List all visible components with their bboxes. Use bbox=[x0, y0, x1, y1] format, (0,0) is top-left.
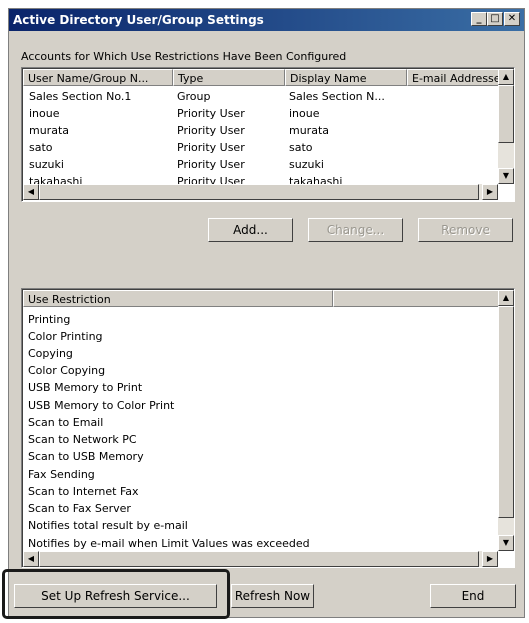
minimize-button[interactable]: _ bbox=[471, 12, 487, 26]
refresh-now-button[interactable]: Refresh Now bbox=[231, 584, 314, 608]
cell-user-name: murata bbox=[29, 124, 70, 137]
accounts-horizontal-scrollbar[interactable]: ◀ ▶ bbox=[23, 184, 498, 200]
table-row[interactable]: Sales Section No.1 Group Sales Section N… bbox=[22, 90, 499, 107]
list-item[interactable]: Scan to Fax Server bbox=[28, 502, 131, 515]
column-header-empty bbox=[333, 290, 499, 307]
scroll-thumb[interactable] bbox=[498, 85, 514, 143]
list-item[interactable]: Scan to USB Memory bbox=[28, 450, 144, 463]
cell-user-name: suzuki bbox=[29, 158, 64, 171]
list-item[interactable]: Scan to Network PC bbox=[28, 433, 137, 446]
column-header-user-name[interactable]: User Name/Group N... bbox=[23, 69, 173, 86]
scroll-up-icon[interactable]: ▲ bbox=[498, 290, 514, 306]
cell-user-name: sato bbox=[29, 141, 53, 154]
cell-type: Priority User bbox=[177, 141, 245, 154]
accounts-rows: Sales Section No.1 Group Sales Section N… bbox=[22, 90, 499, 188]
list-item[interactable]: Notifies by e-mail when Limit Values was… bbox=[28, 537, 310, 550]
add-button[interactable]: Add... bbox=[208, 218, 293, 242]
set-up-refresh-service-button[interactable]: Set Up Refresh Service... bbox=[14, 584, 217, 608]
cell-display-name: suzuki bbox=[289, 158, 324, 171]
scroll-left-icon[interactable]: ◀ bbox=[23, 551, 39, 567]
cell-type: Group bbox=[177, 90, 211, 103]
scroll-right-icon[interactable]: ▶ bbox=[482, 551, 498, 567]
cell-type: Priority User bbox=[177, 124, 245, 137]
cell-display-name: murata bbox=[289, 124, 330, 137]
list-item[interactable]: Copying bbox=[28, 347, 73, 360]
end-button[interactable]: End bbox=[430, 584, 516, 608]
cell-display-name: inoue bbox=[289, 107, 320, 120]
remove-button[interactable]: Remove bbox=[418, 218, 513, 242]
window-title: Active Directory User/Group Settings bbox=[13, 13, 264, 27]
close-button[interactable]: ✕ bbox=[504, 12, 520, 26]
cell-type: Priority User bbox=[177, 107, 245, 120]
scroll-thumb[interactable] bbox=[39, 184, 479, 200]
scroll-down-icon[interactable]: ▼ bbox=[498, 168, 514, 184]
change-button[interactable]: Change... bbox=[308, 218, 403, 242]
scroll-thumb[interactable] bbox=[498, 306, 514, 518]
scroll-thumb[interactable] bbox=[39, 551, 479, 567]
list-item[interactable]: Notifies total result by e-mail bbox=[28, 519, 188, 532]
scroll-up-icon[interactable]: ▲ bbox=[498, 69, 514, 85]
scroll-down-icon[interactable]: ▼ bbox=[498, 535, 514, 551]
accounts-list[interactable]: User Name/Group N... Type Display Name E… bbox=[21, 67, 515, 202]
table-row[interactable]: suzuki Priority User suzuki bbox=[22, 158, 499, 175]
restriction-horizontal-scrollbar[interactable]: ◀ ▶ bbox=[23, 551, 498, 567]
cell-display-name: Sales Section N... bbox=[289, 90, 385, 103]
title-bar[interactable]: Active Directory User/Group Settings _ □… bbox=[9, 9, 524, 31]
cell-user-name: inoue bbox=[29, 107, 60, 120]
use-restriction-list[interactable]: Use Restriction Printing Color Printing … bbox=[21, 288, 515, 568]
cell-display-name: sato bbox=[289, 141, 313, 154]
accounts-label: Accounts for Which Use Restrictions Have… bbox=[21, 50, 347, 63]
cell-type: Priority User bbox=[177, 158, 245, 171]
scroll-right-icon[interactable]: ▶ bbox=[482, 184, 498, 200]
column-header-use-restriction[interactable]: Use Restriction bbox=[23, 290, 333, 307]
list-item[interactable]: Color Copying bbox=[28, 364, 105, 377]
restriction-vertical-scrollbar[interactable]: ▲ ▼ bbox=[498, 290, 514, 551]
list-item[interactable]: Scan to Email bbox=[28, 416, 103, 429]
maximize-button[interactable]: □ bbox=[487, 12, 503, 26]
list-item[interactable]: USB Memory to Print bbox=[28, 381, 142, 394]
table-row[interactable]: murata Priority User murata bbox=[22, 124, 499, 141]
table-row[interactable]: inoue Priority User inoue bbox=[22, 107, 499, 124]
column-header-email[interactable]: E-mail Addresses bbox=[407, 69, 499, 86]
list-item[interactable]: Scan to Internet Fax bbox=[28, 485, 139, 498]
list-item[interactable]: Fax Sending bbox=[28, 468, 95, 481]
column-header-display-name[interactable]: Display Name bbox=[285, 69, 407, 86]
cell-user-name: Sales Section No.1 bbox=[29, 90, 132, 103]
list-item[interactable]: Color Printing bbox=[28, 330, 103, 343]
list-item[interactable]: Printing bbox=[28, 313, 70, 326]
column-header-type[interactable]: Type bbox=[173, 69, 285, 86]
accounts-vertical-scrollbar[interactable]: ▲ ▼ bbox=[498, 69, 514, 184]
table-row[interactable]: sato Priority User sato bbox=[22, 141, 499, 158]
list-item[interactable]: USB Memory to Color Print bbox=[28, 399, 174, 412]
scroll-left-icon[interactable]: ◀ bbox=[23, 184, 39, 200]
